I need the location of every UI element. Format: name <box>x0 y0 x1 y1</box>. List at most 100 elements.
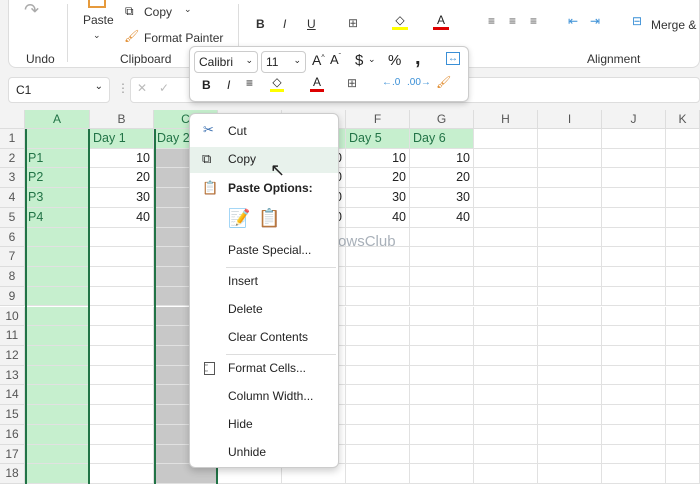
cell-A18[interactable] <box>25 464 90 484</box>
cell-J15[interactable] <box>602 405 666 425</box>
cell-I17[interactable] <box>538 444 602 465</box>
cell-G3[interactable]: 20 <box>410 168 474 189</box>
cell-J7[interactable] <box>602 247 666 268</box>
menu-item-insert[interactable]: Insert <box>190 269 338 295</box>
cell-J2[interactable] <box>602 148 666 169</box>
merge-center-icon[interactable]: ↔ <box>446 52 460 65</box>
cell-H2[interactable] <box>474 148 538 169</box>
cell-I8[interactable] <box>538 267 602 287</box>
cell-A11[interactable] <box>25 326 90 346</box>
cell-I4[interactable] <box>538 188 602 208</box>
cell-H11[interactable] <box>474 326 538 346</box>
cell-B3[interactable]: 20 <box>90 168 154 189</box>
cell-K18[interactable] <box>666 464 700 484</box>
chevron-down-icon[interactable]: ⌄ <box>95 81 103 92</box>
column-header-F[interactable]: F <box>346 110 410 129</box>
cell-I12[interactable] <box>538 345 602 366</box>
cell-H10[interactable] <box>474 306 538 327</box>
row-header-1[interactable]: 1 <box>0 129 25 149</box>
cell-B11[interactable] <box>90 326 154 346</box>
cell-F3[interactable]: 20 <box>346 168 410 189</box>
underline-button[interactable]: U <box>307 17 316 31</box>
cell-H7[interactable] <box>474 247 538 268</box>
cell-K17[interactable] <box>666 444 700 465</box>
cell-G14[interactable] <box>410 385 474 406</box>
cell-B9[interactable] <box>90 286 154 307</box>
comma-button[interactable]: , <box>415 47 421 70</box>
cell-H6[interactable] <box>474 227 538 248</box>
cell-I11[interactable] <box>538 326 602 346</box>
cell-F15[interactable] <box>346 405 410 425</box>
merge-button[interactable]: Merge & <box>651 18 696 32</box>
cell-I13[interactable] <box>538 365 602 386</box>
cell-J1[interactable] <box>602 129 666 149</box>
cell-G4[interactable]: 30 <box>410 188 474 208</box>
cell-B4[interactable]: 30 <box>90 188 154 208</box>
menu-item-clear-contents[interactable]: Clear Contents <box>190 325 338 351</box>
paste-icon[interactable] <box>88 0 106 8</box>
cell-F7[interactable] <box>346 247 410 268</box>
cell-A5[interactable]: P4 <box>25 207 90 228</box>
cell-A9[interactable] <box>25 286 90 307</box>
cell-F10[interactable] <box>346 306 410 327</box>
cell-I1[interactable] <box>538 129 602 149</box>
cell-K13[interactable] <box>666 365 700 386</box>
mini-italic-button[interactable]: I <box>227 78 230 92</box>
row-header-4[interactable]: 4 <box>0 188 25 208</box>
cell-F2[interactable]: 10 <box>346 148 410 169</box>
cell-J18[interactable] <box>602 464 666 484</box>
cell-J16[interactable] <box>602 424 666 445</box>
cell-K8[interactable] <box>666 267 700 287</box>
cell-I16[interactable] <box>538 424 602 445</box>
column-header-J[interactable]: J <box>602 110 666 129</box>
drag-handle-icon[interactable]: ⋮ <box>117 81 129 95</box>
borders-icon[interactable]: ⊞ <box>347 76 357 90</box>
cell-J9[interactable] <box>602 286 666 307</box>
cell-I9[interactable] <box>538 286 602 307</box>
menu-item-paste-special[interactable]: Paste Special... <box>190 238 338 264</box>
cell-F5[interactable]: 40 <box>346 207 410 228</box>
currency-button[interactable]: $ <box>355 52 363 69</box>
row-header-7[interactable]: 7 <box>0 247 25 268</box>
cell-A1[interactable] <box>25 129 90 149</box>
enter-icon[interactable]: ✓ <box>159 81 169 95</box>
cell-B14[interactable] <box>90 385 154 406</box>
cell-F18[interactable] <box>346 464 410 484</box>
spreadsheet-grid[interactable]: ABCDEFGHIJK1Day 1Day 2Day 5Day 62P110010… <box>0 110 700 484</box>
cell-G2[interactable]: 10 <box>410 148 474 169</box>
increase-font-icon[interactable]: A^ <box>312 52 325 68</box>
cell-F13[interactable] <box>346 365 410 386</box>
cell-H12[interactable] <box>474 345 538 366</box>
indent-icons[interactable]: ⇤⇥ <box>568 14 612 28</box>
align-icons[interactable]: ≡≡≡ <box>488 14 551 28</box>
cell-H1[interactable] <box>474 129 538 149</box>
cell-A8[interactable] <box>25 267 90 287</box>
cell-B8[interactable] <box>90 267 154 287</box>
cell-I7[interactable] <box>538 247 602 268</box>
cell-A4[interactable]: P3 <box>25 188 90 208</box>
row-header-11[interactable]: 11 <box>0 326 25 346</box>
menu-item-format-cells[interactable]: Format Cells... <box>190 356 338 382</box>
center-icon[interactable]: ≡ <box>246 76 253 90</box>
cell-G17[interactable] <box>410 444 474 465</box>
cell-B10[interactable] <box>90 306 154 327</box>
row-header-8[interactable]: 8 <box>0 267 25 287</box>
cell-J6[interactable] <box>602 227 666 248</box>
row-header-18[interactable]: 18 <box>0 464 25 484</box>
cell-A13[interactable] <box>25 365 90 386</box>
font-color-icon[interactable]: A <box>310 75 324 92</box>
cell-G12[interactable] <box>410 345 474 366</box>
copy-chevron-icon[interactable]: ⌄ <box>184 4 192 15</box>
cell-H15[interactable] <box>474 405 538 425</box>
column-header-G[interactable]: G <box>410 110 474 129</box>
cell-G1[interactable]: Day 6 <box>410 129 474 149</box>
cell-J10[interactable] <box>602 306 666 327</box>
cell-G6[interactable] <box>410 227 474 248</box>
format-painter-icon[interactable]: 🖌 <box>436 75 451 89</box>
cell-I3[interactable] <box>538 168 602 189</box>
menu-item-cut[interactable]: Cut <box>190 119 338 145</box>
row-header-15[interactable]: 15 <box>0 405 25 425</box>
cell-K10[interactable] <box>666 306 700 327</box>
mini-bold-button[interactable]: B <box>202 78 211 92</box>
cell-B17[interactable] <box>90 444 154 465</box>
